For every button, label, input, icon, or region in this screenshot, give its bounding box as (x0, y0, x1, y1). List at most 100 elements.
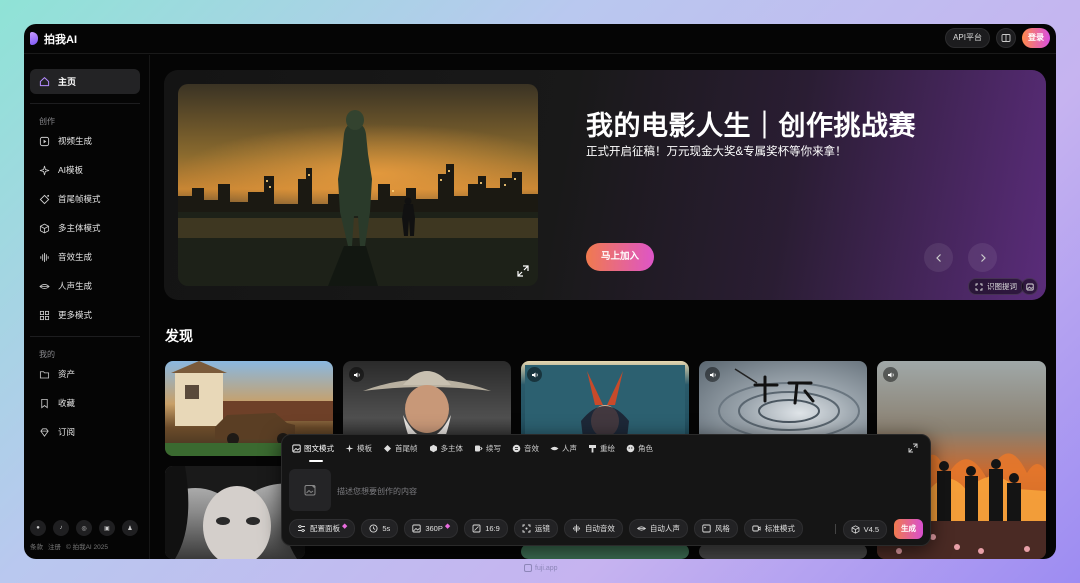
copyright-text: © 拍我AI 2025 (66, 544, 109, 551)
tab-sound-effect[interactable]: 音效 (512, 443, 539, 454)
banner-next-button[interactable] (968, 243, 997, 272)
cube-icon (39, 223, 50, 233)
sound-badge (883, 367, 898, 382)
tool-label: 360P (425, 524, 443, 533)
lips-icon (550, 446, 559, 451)
sidebar-item-assets[interactable]: 资产 (39, 367, 75, 381)
join-now-button[interactable]: 马上加入 (586, 243, 654, 271)
gem-icon (40, 427, 49, 437)
auto-sound-toggle[interactable]: 自动音效 (563, 519, 623, 538)
sidebar-item-more-modes[interactable]: 更多模式 (39, 308, 92, 322)
sidebar-item-label: AI模板 (58, 165, 84, 175)
image-to-prompt-button[interactable]: 识图提词 (968, 278, 1024, 295)
tab-character[interactable]: 角色 (626, 443, 653, 454)
wechat-icon[interactable]: ● (30, 520, 46, 536)
premium-gem-icon: ◆ (342, 522, 348, 530)
tab-multi-subject[interactable]: 多主体 (429, 443, 463, 454)
sidebar-item-video[interactable]: 视频生成 (39, 134, 92, 148)
tab-voice[interactable]: 人声 (550, 443, 577, 454)
sidebar-item-first-last-frame[interactable]: 首尾帧模式 (39, 192, 101, 206)
tab-first-last-frame[interactable]: 首尾帧 (383, 443, 418, 454)
sidebar: 主页 创作 视频生成 AI模板 首尾帧模式 多主体模式 音效生成 人声生成 更多… (24, 55, 150, 559)
generation-options: 配置面板 ◆ 5s 360P ◆ 16:9 运镜 自动音效 自动人声 风格 标准… (289, 519, 803, 538)
duration-selector[interactable]: 5s (361, 519, 399, 538)
config-panel-button[interactable]: 配置面板 ◆ (289, 519, 356, 538)
generate-button[interactable]: 生成 (894, 519, 923, 539)
image-add-icon (304, 484, 315, 495)
scan-icon (975, 283, 983, 290)
brush-icon (589, 445, 596, 453)
sparkle-icon (39, 165, 50, 175)
tab-label: 续写 (486, 444, 501, 453)
app-logo[interactable]: 拍我AI (30, 31, 77, 47)
banner-subtitle: 正式开启征稿！万元现金大奖&专属奖杯等你来拿！ (586, 146, 847, 158)
sidebar-item-sound-effect[interactable]: 音效生成 (39, 250, 92, 264)
sidebar-item-subscription[interactable]: 订阅 (39, 425, 75, 439)
tool-label: 风格 (714, 524, 730, 533)
tool-label: 自动音效 (584, 524, 615, 533)
image-edit-button[interactable] (1021, 278, 1038, 295)
clock-icon (369, 524, 378, 533)
sidebar-item-home[interactable]: 主页 (30, 69, 140, 94)
caption-text: fuji.app (535, 564, 558, 572)
fullscreen-icon[interactable] (516, 264, 530, 278)
auto-voice-toggle[interactable]: 自动人声 (628, 519, 688, 538)
waveform-icon (40, 252, 49, 262)
divider (834, 524, 836, 534)
api-platform-button[interactable]: API平台 (945, 28, 990, 48)
sound-badge (527, 367, 542, 382)
camera-motion-selector[interactable]: 运镜 (513, 519, 558, 538)
tool-label: 配置面板 (310, 524, 340, 533)
tool-label: 标准模式 (764, 524, 795, 533)
book-icon (1001, 34, 1011, 42)
sparkle-icon (345, 444, 354, 453)
community-icon[interactable]: ◎ (76, 520, 92, 536)
grid-icon (39, 310, 50, 320)
sidebar-item-favorites[interactable]: 收藏 (39, 396, 75, 410)
sidebar-item-multi-subject[interactable]: 多主体模式 (39, 221, 101, 235)
sidebar-item-label: 多主体模式 (58, 223, 101, 233)
sidebar-item-label: 更多模式 (58, 310, 93, 320)
bilibili-icon[interactable]: ▣ (99, 520, 115, 536)
image-upload-button[interactable] (289, 469, 331, 511)
banner-prev-button[interactable] (924, 243, 953, 272)
tab-image-text[interactable]: 图文模式 (292, 443, 334, 454)
quality-mode-selector[interactable]: 标准模式 (743, 519, 803, 538)
resolution-selector[interactable]: 360P ◆ (404, 519, 459, 538)
gallery-card-partial[interactable] (521, 544, 689, 559)
expand-icon[interactable] (908, 443, 918, 453)
tool-label: 16:9 (485, 524, 500, 533)
aspect-ratio-selector[interactable]: 16:9 (464, 519, 508, 538)
group-icon[interactable]: ♟ (122, 520, 138, 536)
model-version-selector[interactable]: V4.5 (842, 519, 887, 539)
prompt-input[interactable]: 描述您想要创作的内容 (337, 486, 417, 497)
gallery-card-partial[interactable] (699, 544, 867, 559)
camera-move-icon (522, 524, 531, 533)
extend-icon (475, 445, 483, 452)
sidebar-item-ai-template[interactable]: AI模板 (39, 163, 83, 177)
tab-template[interactable]: 模板 (345, 443, 372, 454)
register-link[interactable]: 注册 (48, 541, 61, 551)
style-selector[interactable]: 风格 (693, 519, 738, 538)
footer-links: 条款 注册 © 拍我AI 2025 (30, 541, 108, 551)
tab-repaint[interactable]: 重绘 (588, 443, 615, 454)
image-icon (702, 524, 711, 533)
music-icon (512, 444, 521, 453)
video-icon (752, 525, 761, 532)
section-label-mine: 我的 (39, 350, 55, 359)
city-skyline-image (178, 110, 538, 286)
banner-image[interactable] (178, 84, 538, 286)
tiktok-icon[interactable]: ♪ (53, 520, 69, 536)
docs-button[interactable] (996, 28, 1016, 48)
terms-link[interactable]: 条款 (30, 541, 43, 551)
login-button[interactable]: 登录 (1022, 28, 1050, 48)
cube-icon (429, 444, 437, 453)
sidebar-item-label: 音效生成 (58, 252, 93, 262)
image-icon (292, 444, 301, 453)
chevron-right-icon (980, 253, 986, 262)
sidebar-item-voice[interactable]: 人声生成 (39, 279, 92, 293)
cube-icon (851, 524, 859, 534)
tab-continue[interactable]: 续写 (474, 443, 501, 454)
sidebar-item-label: 主页 (58, 77, 77, 87)
tab-label: 首尾帧 (395, 444, 418, 453)
